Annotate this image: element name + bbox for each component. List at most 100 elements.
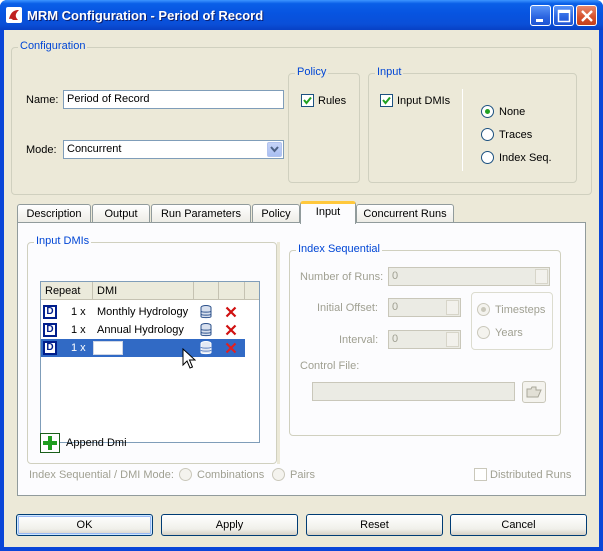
- unit-radio-group: Timesteps Years: [471, 292, 553, 350]
- input-group-title: Input: [375, 66, 404, 78]
- splitter[interactable]: [277, 242, 280, 464]
- database-icon[interactable]: [199, 323, 213, 337]
- append-dmi-label[interactable]: Append Dmi: [66, 437, 127, 449]
- initial-offset-value: 0: [392, 301, 399, 313]
- chevron-down-icon: [270, 146, 279, 153]
- table-row[interactable]: D 1 x Monthly Hydrology: [41, 303, 245, 321]
- input-traces-label: Traces: [499, 129, 533, 141]
- mode-dropdown-button[interactable]: [267, 142, 282, 157]
- window-title: MRM Configuration - Period of Record: [27, 8, 264, 23]
- browse-control-file-button[interactable]: [522, 381, 546, 403]
- dmi-cell-editor[interactable]: [93, 341, 123, 355]
- dmi-table-header: Repeat DMI: [41, 282, 259, 300]
- delete-x-icon[interactable]: [225, 306, 237, 318]
- rules-checkbox[interactable]: [301, 94, 314, 107]
- pairs-radio[interactable]: [272, 468, 285, 481]
- input-dmis-group: Input DMIs Repeat DMI D 1 x Monthly Hydr…: [27, 235, 277, 464]
- tab-concurrent-runs[interactable]: Concurrent Runs: [356, 204, 454, 223]
- number-of-runs-spinner[interactable]: 0: [388, 267, 550, 286]
- dmi-cell[interactable]: Monthly Hydrology: [95, 303, 190, 321]
- initial-offset-spinner[interactable]: 0: [388, 298, 461, 317]
- policy-group-title: Policy: [295, 66, 329, 78]
- configuration-group: Configuration Name: Period of Record Mod…: [11, 40, 592, 195]
- tab-run-parameters[interactable]: Run Parameters: [151, 204, 251, 223]
- tab-output[interactable]: Output: [92, 204, 150, 223]
- repeat-cell[interactable]: 1 x: [69, 303, 88, 321]
- database-icon[interactable]: [199, 341, 213, 355]
- maximize-button[interactable]: [553, 5, 574, 26]
- mode-select[interactable]: Concurrent: [63, 140, 284, 159]
- tab-policy[interactable]: Policy: [252, 204, 300, 223]
- close-icon: [581, 10, 593, 22]
- tab-description[interactable]: Description: [17, 204, 91, 223]
- input-dmis-checkbox[interactable]: [380, 94, 393, 107]
- input-dmis-group-title: Input DMIs: [34, 235, 92, 247]
- index-sequential-group: Index Sequential Number of Runs: 0 Initi…: [289, 243, 561, 436]
- configuration-group-title: Configuration: [18, 40, 88, 52]
- dmi-cell[interactable]: Annual Hydrology: [95, 321, 186, 339]
- spin-buttons[interactable]: [446, 332, 459, 347]
- riverware-logo-icon: [6, 7, 22, 23]
- input-tab-panel: Input DMIs Repeat DMI D 1 x Monthly Hydr…: [17, 222, 586, 496]
- database-icon[interactable]: [199, 305, 213, 319]
- dialog-body: Configuration Name: Period of Record Mod…: [4, 30, 599, 547]
- minimize-button[interactable]: [530, 5, 551, 26]
- combinations-radio[interactable]: [179, 468, 192, 481]
- column-header-db[interactable]: [194, 282, 219, 300]
- mode-label: Mode:: [26, 144, 57, 156]
- input-index-seq-radio[interactable]: [481, 151, 494, 164]
- name-label: Name:: [26, 94, 59, 106]
- mrm-configuration-window: MRM Configuration - Period of Record Con…: [0, 0, 603, 551]
- mouse-cursor-icon: [182, 348, 196, 369]
- input-group-divider: [462, 89, 463, 171]
- ok-button[interactable]: OK: [16, 514, 153, 536]
- spin-buttons[interactable]: [446, 300, 459, 315]
- pairs-label: Pairs: [290, 469, 316, 481]
- repeat-cell[interactable]: 1 x: [69, 339, 88, 357]
- delete-x-icon[interactable]: [225, 342, 237, 354]
- mode-select-value: Concurrent: [67, 143, 122, 155]
- years-radio[interactable]: [477, 326, 490, 339]
- policy-group: Policy Rules: [288, 66, 360, 183]
- tab-input[interactable]: Input: [300, 201, 356, 224]
- timesteps-radio[interactable]: [477, 303, 490, 316]
- table-row-selected[interactable]: D 1 x: [41, 339, 245, 357]
- title-bar[interactable]: MRM Configuration - Period of Record: [0, 0, 603, 30]
- dmi-badge: D: [43, 341, 57, 355]
- append-dmi-button[interactable]: [40, 433, 60, 453]
- dmi-table: Repeat DMI D 1 x Monthly Hydrology D 1 x…: [40, 281, 260, 443]
- interval-spinner[interactable]: 0: [388, 330, 461, 349]
- close-button[interactable]: [576, 5, 597, 26]
- input-group: Input Input DMIs None Traces Index Seq.: [368, 66, 577, 183]
- distributed-runs-checkbox[interactable]: [474, 468, 487, 481]
- name-input[interactable]: Period of Record: [63, 90, 284, 109]
- column-header-dmi[interactable]: DMI: [93, 282, 194, 300]
- input-traces-radio[interactable]: [481, 128, 494, 141]
- reset-button[interactable]: Reset: [306, 514, 443, 536]
- table-row[interactable]: D 1 x Annual Hydrology: [41, 321, 245, 339]
- apply-button[interactable]: Apply: [161, 514, 298, 536]
- input-none-radio[interactable]: [481, 105, 494, 118]
- checkmark-icon: [382, 96, 391, 105]
- cancel-button[interactable]: Cancel: [450, 514, 587, 536]
- input-dmis-label: Input DMIs: [397, 95, 451, 107]
- index-seq-dmi-mode-label: Index Sequential / DMI Mode:: [29, 469, 174, 481]
- spin-buttons[interactable]: [535, 269, 548, 284]
- delete-x-icon[interactable]: [225, 324, 237, 336]
- interval-value: 0: [392, 333, 399, 345]
- column-header-delete[interactable]: [219, 282, 245, 300]
- control-file-label: Control File:: [300, 360, 360, 372]
- control-file-input[interactable]: [312, 382, 515, 401]
- green-plus-icon: [43, 436, 57, 450]
- folder-open-icon: [526, 386, 542, 398]
- years-label: Years: [495, 327, 523, 339]
- interval-label: Interval:: [339, 334, 379, 346]
- repeat-cell[interactable]: 1 x: [69, 321, 88, 339]
- minimize-icon: [536, 19, 543, 22]
- dmi-badge: D: [43, 305, 57, 319]
- number-of-runs-label: Number of Runs:: [300, 271, 384, 283]
- column-header-repeat[interactable]: Repeat: [41, 282, 93, 300]
- input-none-label: None: [499, 106, 526, 118]
- maximize-icon: [557, 9, 571, 23]
- dmi-badge: D: [43, 323, 57, 337]
